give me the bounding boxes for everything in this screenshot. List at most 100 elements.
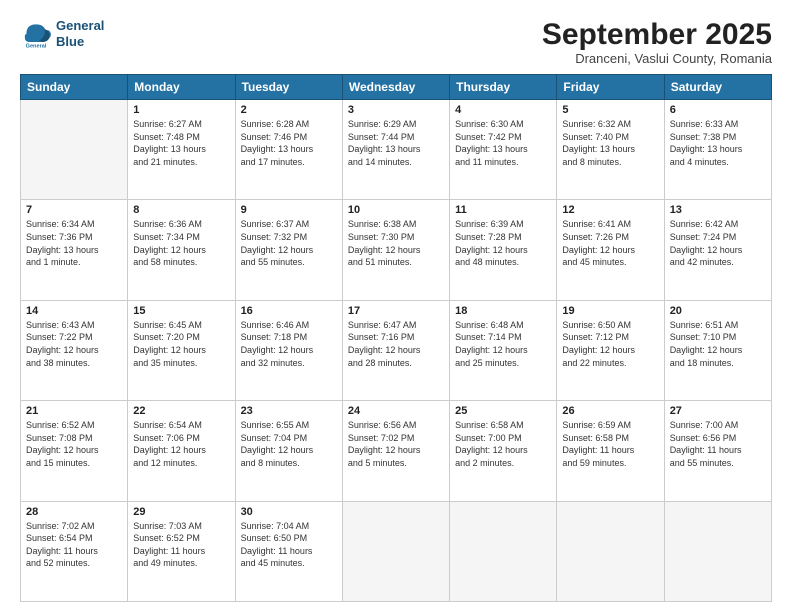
calendar-cell: 9 Sunrise: 6:37 AM Sunset: 7:32 PM Daylig… — [235, 200, 342, 300]
day-number: 27 — [670, 405, 766, 417]
day-info: Sunrise: 6:58 AM Sunset: 7:00 PM Dayligh… — [455, 419, 551, 469]
calendar-cell: 14 Sunrise: 6:43 AM Sunset: 7:22 PM Dayli… — [21, 300, 128, 400]
calendar-cell: 10Sunrise: 6:38 AM Sunset: 7:30 PM Dayli… — [342, 200, 449, 300]
calendar-week-4: 21 Sunrise: 6:52 AM Sunset: 7:08 PM Dayli… — [21, 401, 772, 501]
calendar-week-3: 14 Sunrise: 6:43 AM Sunset: 7:22 PM Dayli… — [21, 300, 772, 400]
day-number: 22 — [133, 405, 229, 417]
logo: General General Blue — [20, 18, 104, 50]
day-number: 23 — [241, 405, 337, 417]
day-info: Sunrise: 7:03 AM Sunset: 6:52 PM Dayligh… — [133, 520, 229, 570]
day-number: 11 — [455, 204, 551, 216]
day-info: Sunrise: 6:41 AM Sunset: 7:26 PM Dayligh… — [562, 218, 658, 268]
day-info: Sunrise: 6:43 AM Sunset: 7:22 PM Dayligh… — [26, 319, 122, 369]
day-info: Sunrise: 6:33 AM Sunset: 7:38 PM Dayligh… — [670, 118, 766, 168]
calendar-cell: 30Sunrise: 7:04 AM Sunset: 6:50 PM Dayli… — [235, 501, 342, 601]
day-info: Sunrise: 6:42 AM Sunset: 7:24 PM Dayligh… — [670, 218, 766, 268]
day-number: 8 — [133, 204, 229, 216]
day-info: Sunrise: 7:04 AM Sunset: 6:50 PM Dayligh… — [241, 520, 337, 570]
calendar-cell: 6 Sunrise: 6:33 AM Sunset: 7:38 PM Daylig… — [664, 100, 771, 200]
weekday-row: SundayMondayTuesdayWednesdayThursdayFrid… — [21, 75, 772, 100]
calendar-cell: 8 Sunrise: 6:36 AM Sunset: 7:34 PM Daylig… — [128, 200, 235, 300]
day-info: Sunrise: 6:47 AM Sunset: 7:16 PM Dayligh… — [348, 319, 444, 369]
weekday-header-sunday: Sunday — [21, 75, 128, 100]
day-number: 12 — [562, 204, 658, 216]
day-number: 7 — [26, 204, 122, 216]
day-info: Sunrise: 6:50 AM Sunset: 7:12 PM Dayligh… — [562, 319, 658, 369]
day-number: 9 — [241, 204, 337, 216]
calendar-cell: 19 Sunrise: 6:50 AM Sunset: 7:12 PM Dayli… — [557, 300, 664, 400]
day-number: 10 — [348, 204, 444, 216]
day-info: Sunrise: 6:37 AM Sunset: 7:32 PM Dayligh… — [241, 218, 337, 268]
day-number: 6 — [670, 104, 766, 116]
calendar-cell: 26Sunrise: 6:59 AM Sunset: 6:58 PM Dayli… — [557, 401, 664, 501]
header: General General Blue September 2025 Dran… — [20, 18, 772, 66]
logo-line1: General — [56, 18, 104, 34]
calendar-week-5: 28Sunrise: 7:02 AM Sunset: 6:54 PM Dayli… — [21, 501, 772, 601]
calendar-cell: 20 Sunrise: 6:51 AM Sunset: 7:10 PM Dayli… — [664, 300, 771, 400]
calendar-cell: 1 Sunrise: 6:27 AM Sunset: 7:48 PM Daylig… — [128, 100, 235, 200]
calendar-cell — [557, 501, 664, 601]
calendar-cell: 22 Sunrise: 6:54 AM Sunset: 7:06 PM Dayli… — [128, 401, 235, 501]
day-number: 18 — [455, 305, 551, 317]
calendar-cell: 23 Sunrise: 6:55 AM Sunset: 7:04 PM Dayli… — [235, 401, 342, 501]
weekday-header-saturday: Saturday — [664, 75, 771, 100]
day-info: Sunrise: 6:54 AM Sunset: 7:06 PM Dayligh… — [133, 419, 229, 469]
day-number: 2 — [241, 104, 337, 116]
day-number: 25 — [455, 405, 551, 417]
calendar-cell — [664, 501, 771, 601]
day-info: Sunrise: 6:56 AM Sunset: 7:02 PM Dayligh… — [348, 419, 444, 469]
day-number: 5 — [562, 104, 658, 116]
day-number: 19 — [562, 305, 658, 317]
day-info: Sunrise: 6:59 AM Sunset: 6:58 PM Dayligh… — [562, 419, 658, 469]
calendar-cell — [450, 501, 557, 601]
day-info: Sunrise: 6:27 AM Sunset: 7:48 PM Dayligh… — [133, 118, 229, 168]
day-info: Sunrise: 6:45 AM Sunset: 7:20 PM Dayligh… — [133, 319, 229, 369]
weekday-header-tuesday: Tuesday — [235, 75, 342, 100]
calendar-cell: 16Sunrise: 6:46 AM Sunset: 7:18 PM Dayli… — [235, 300, 342, 400]
day-info: Sunrise: 6:30 AM Sunset: 7:42 PM Dayligh… — [455, 118, 551, 168]
day-number: 24 — [348, 405, 444, 417]
calendar-cell: 28Sunrise: 7:02 AM Sunset: 6:54 PM Dayli… — [21, 501, 128, 601]
page: General General Blue September 2025 Dran… — [0, 0, 792, 612]
day-number: 29 — [133, 506, 229, 518]
svg-text:General: General — [26, 44, 47, 50]
logo-text: General Blue — [56, 18, 104, 49]
calendar-cell: 15Sunrise: 6:45 AM Sunset: 7:20 PM Dayli… — [128, 300, 235, 400]
day-info: Sunrise: 6:52 AM Sunset: 7:08 PM Dayligh… — [26, 419, 122, 469]
day-info: Sunrise: 6:29 AM Sunset: 7:44 PM Dayligh… — [348, 118, 444, 168]
day-number: 16 — [241, 305, 337, 317]
day-number: 20 — [670, 305, 766, 317]
day-info: Sunrise: 6:51 AM Sunset: 7:10 PM Dayligh… — [670, 319, 766, 369]
calendar-cell: 2 Sunrise: 6:28 AM Sunset: 7:46 PM Daylig… — [235, 100, 342, 200]
day-info: Sunrise: 6:48 AM Sunset: 7:14 PM Dayligh… — [455, 319, 551, 369]
calendar-week-2: 7 Sunrise: 6:34 AM Sunset: 7:36 PM Daylig… — [21, 200, 772, 300]
calendar-cell: 5 Sunrise: 6:32 AM Sunset: 7:40 PM Daylig… — [557, 100, 664, 200]
weekday-header-wednesday: Wednesday — [342, 75, 449, 100]
day-info: Sunrise: 6:34 AM Sunset: 7:36 PM Dayligh… — [26, 218, 122, 268]
day-number: 3 — [348, 104, 444, 116]
weekday-header-monday: Monday — [128, 75, 235, 100]
day-info: Sunrise: 7:02 AM Sunset: 6:54 PM Dayligh… — [26, 520, 122, 570]
day-number: 17 — [348, 305, 444, 317]
calendar-cell — [342, 501, 449, 601]
day-info: Sunrise: 6:32 AM Sunset: 7:40 PM Dayligh… — [562, 118, 658, 168]
day-info: Sunrise: 6:36 AM Sunset: 7:34 PM Dayligh… — [133, 218, 229, 268]
calendar-header: SundayMondayTuesdayWednesdayThursdayFrid… — [21, 75, 772, 100]
day-number: 1 — [133, 104, 229, 116]
logo-icon: General — [20, 18, 52, 50]
day-info: Sunrise: 6:55 AM Sunset: 7:04 PM Dayligh… — [241, 419, 337, 469]
calendar-cell: 21 Sunrise: 6:52 AM Sunset: 7:08 PM Dayli… — [21, 401, 128, 501]
logo-line2: Blue — [56, 34, 104, 50]
day-number: 14 — [26, 305, 122, 317]
location-subtitle: Dranceni, Vaslui County, Romania — [542, 51, 772, 66]
calendar-cell: 27Sunrise: 7:00 AM Sunset: 6:56 PM Dayli… — [664, 401, 771, 501]
calendar-cell — [21, 100, 128, 200]
title-block: September 2025 Dranceni, Vaslui County, … — [542, 18, 772, 66]
calendar-cell: 25 Sunrise: 6:58 AM Sunset: 7:00 PM Dayli… — [450, 401, 557, 501]
day-info: Sunrise: 6:28 AM Sunset: 7:46 PM Dayligh… — [241, 118, 337, 168]
day-number: 21 — [26, 405, 122, 417]
day-number: 13 — [670, 204, 766, 216]
calendar-cell: 7 Sunrise: 6:34 AM Sunset: 7:36 PM Daylig… — [21, 200, 128, 300]
day-number: 4 — [455, 104, 551, 116]
calendar-week-1: 1 Sunrise: 6:27 AM Sunset: 7:48 PM Daylig… — [21, 100, 772, 200]
